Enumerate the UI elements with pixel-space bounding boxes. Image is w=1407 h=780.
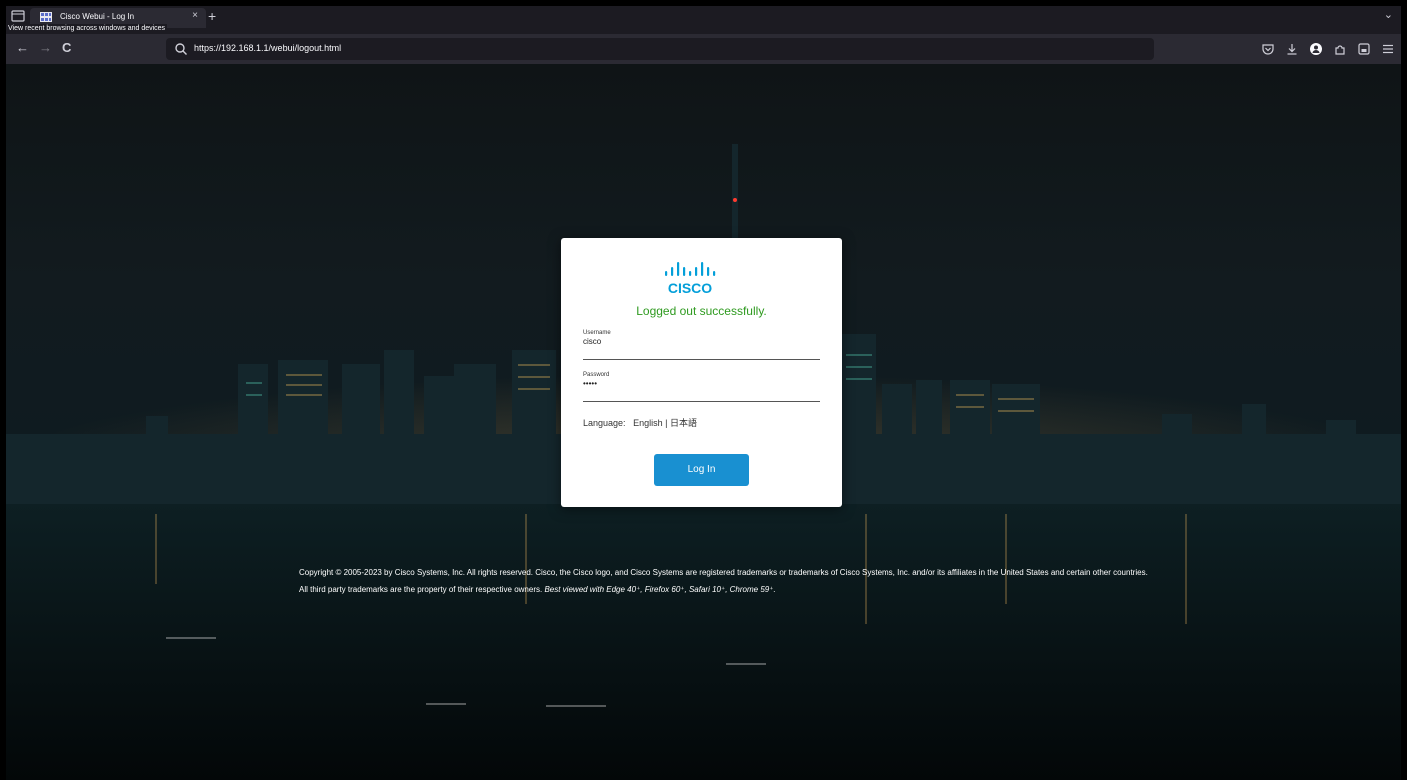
login-card: CISCO Logged out successfully. Username … bbox=[561, 238, 842, 507]
url-text[interactable]: https://192.168.1.1/webui/logout.html bbox=[194, 43, 341, 53]
reload-button[interactable]: C bbox=[62, 40, 71, 56]
url-bar[interactable]: https://192.168.1.1/webui/logout.html bbox=[166, 38, 1154, 60]
password-input[interactable]: ••••• bbox=[583, 379, 597, 388]
username-label: Username bbox=[583, 330, 611, 336]
status-message: Logged out successfully. bbox=[636, 304, 767, 318]
download-icon[interactable] bbox=[1285, 42, 1299, 56]
username-field[interactable]: Username cisco bbox=[583, 330, 820, 360]
forward-button[interactable]: → bbox=[39, 40, 52, 56]
recent-browsing-tooltip: View recent browsing across windows and … bbox=[6, 24, 168, 34]
password-field[interactable]: Password ••••• bbox=[583, 372, 820, 402]
toolbar-icons bbox=[1261, 39, 1395, 59]
screenshot-icon[interactable] bbox=[1357, 42, 1371, 56]
grid-icon bbox=[40, 12, 52, 22]
language-selector: Language: English | 日本語 bbox=[583, 416, 697, 429]
username-input[interactable]: cisco bbox=[583, 337, 601, 346]
cisco-logo: CISCO bbox=[665, 262, 716, 296]
new-tab-button[interactable]: + bbox=[208, 8, 216, 24]
menu-icon[interactable] bbox=[1381, 42, 1395, 56]
close-icon[interactable]: × bbox=[192, 10, 198, 21]
account-icon[interactable] bbox=[1309, 42, 1323, 56]
tab-strip: Cisco Webui - Log In × + ⌄ View recent b… bbox=[6, 6, 1401, 34]
browser-window: Cisco Webui - Log In × + ⌄ View recent b… bbox=[6, 6, 1401, 780]
chevron-down-icon[interactable]: ⌄ bbox=[1384, 8, 1393, 21]
browser-support-text: Best viewed with Edge 40⁺, Firefox 60⁺, … bbox=[544, 585, 776, 594]
login-page: CISCO Logged out successfully. Username … bbox=[6, 64, 1401, 780]
copyright-notice: Copyright © 2005-2023 by Cisco Systems, … bbox=[299, 564, 1149, 598]
login-button[interactable]: Log In bbox=[654, 454, 749, 486]
recent-browsing-icon[interactable] bbox=[10, 9, 26, 23]
pocket-icon[interactable] bbox=[1261, 42, 1275, 56]
search-icon bbox=[175, 43, 187, 55]
nav-bar: ← → C https://192.168.1.1/webui/logout.h… bbox=[6, 34, 1401, 64]
extensions-icon[interactable] bbox=[1333, 42, 1347, 56]
language-english-link[interactable]: English bbox=[633, 418, 663, 428]
tab-title: Cisco Webui - Log In bbox=[60, 12, 135, 21]
language-label: Language: bbox=[583, 418, 626, 428]
language-separator: | bbox=[665, 418, 668, 428]
back-button[interactable]: ← bbox=[16, 40, 29, 56]
language-japanese-link[interactable]: 日本語 bbox=[670, 418, 697, 428]
password-label: Password bbox=[583, 372, 610, 378]
cisco-logo-text: CISCO bbox=[668, 280, 712, 296]
